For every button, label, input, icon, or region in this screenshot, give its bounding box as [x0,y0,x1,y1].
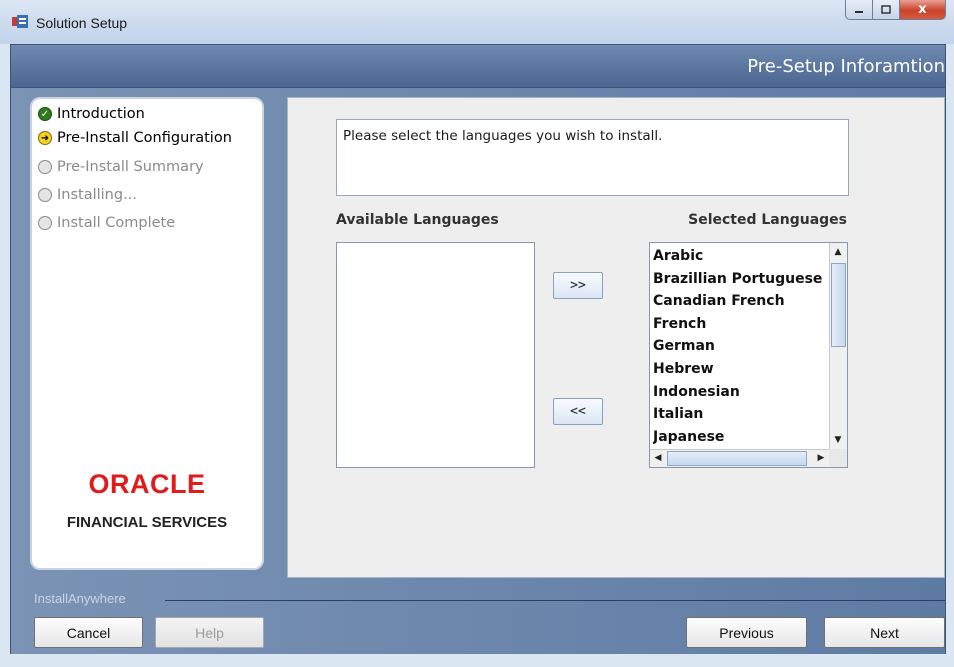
step-label: Pre-Install Configuration [57,130,232,146]
pending-circle-icon [38,216,52,230]
minimize-button[interactable] [845,0,873,20]
horizontal-scrollbar[interactable]: ◀ ▶ [650,449,829,467]
instruction-text: Please select the languages you wish to … [336,119,849,196]
vertical-scrollbar[interactable]: ▲ ▼ [829,243,847,449]
scroll-left-icon[interactable]: ◀ [650,450,666,466]
list-item[interactable]: Italian [653,403,829,426]
pending-circle-icon [38,160,52,174]
step-label: Introduction [57,106,145,122]
next-button[interactable]: Next [824,617,945,648]
list-item[interactable]: Hebrew [653,358,829,381]
window-controls: x [845,0,946,20]
app-icon [12,15,28,28]
minimize-icon [855,10,863,13]
installer-window: Solution Setup x Pre-Setup Inforamtion ✓… [0,0,954,667]
cancel-button[interactable]: Cancel [34,617,143,648]
step-install-complete: Install Complete [38,215,175,231]
selected-languages-items: Arabic Brazillian Portuguese Canadian Fr… [653,245,829,448]
window-title: Solution Setup [36,15,128,31]
step-pre-install-summary: Pre-Install Summary [38,159,204,175]
selected-languages-list[interactable]: Arabic Brazillian Portuguese Canadian Fr… [649,242,848,468]
close-icon: x [918,2,927,17]
content-panel: Please select the languages you wish to … [287,97,945,578]
installanywhere-label: InstallAnywhere [34,591,126,606]
step-introduction: ✓ Introduction [38,106,145,122]
list-item[interactable]: Japanese [653,426,829,449]
list-item[interactable]: French [653,313,829,336]
pending-circle-icon [38,188,52,202]
maximize-button[interactable] [873,0,900,20]
step-label: Pre-Install Summary [57,159,204,175]
step-label: Install Complete [57,215,176,231]
close-button[interactable]: x [900,0,946,20]
steps-panel: ✓ Introduction ➜ Pre-Install Configurati… [30,97,264,570]
step-pre-install-configuration: ➜ Pre-Install Configuration [38,130,232,146]
available-languages-heading: Available Languages [336,212,499,228]
scrollbar-corner [829,449,847,467]
list-item[interactable]: German [653,335,829,358]
remove-language-button[interactable]: << [553,398,603,425]
oracle-logo: ORACLE [88,469,206,499]
list-item[interactable]: Canadian French [653,290,829,313]
available-languages-list[interactable] [336,242,535,468]
selected-languages-heading: Selected Languages [688,212,847,228]
page-title: Pre-Setup Inforamtion [747,56,945,77]
step-label: Installing... [57,187,137,203]
horizontal-scroll-thumb[interactable] [667,451,807,466]
help-button[interactable]: Help [155,617,264,648]
add-language-button[interactable]: >> [553,272,603,299]
scroll-right-icon[interactable]: ▶ [813,450,829,466]
oracle-subtitle: FINANCIAL SERVICES [66,514,228,531]
list-item[interactable]: Arabic [653,245,829,268]
list-item[interactable]: Brazillian Portuguese [653,268,829,291]
check-icon: ✓ [38,107,52,121]
scroll-up-icon[interactable]: ▲ [830,244,846,260]
arrow-right-icon: ➜ [38,131,52,145]
previous-button[interactable]: Previous [686,617,807,648]
title-bar: Solution Setup x [0,0,954,44]
maximize-icon [881,5,891,14]
list-item[interactable]: Indonesian [653,381,829,404]
vertical-scroll-thumb[interactable] [831,263,846,347]
footer-divider [165,600,945,601]
scroll-down-icon[interactable]: ▼ [830,432,846,448]
step-installing: Installing... [38,187,137,203]
page-header: Pre-Setup Inforamtion [10,44,946,88]
